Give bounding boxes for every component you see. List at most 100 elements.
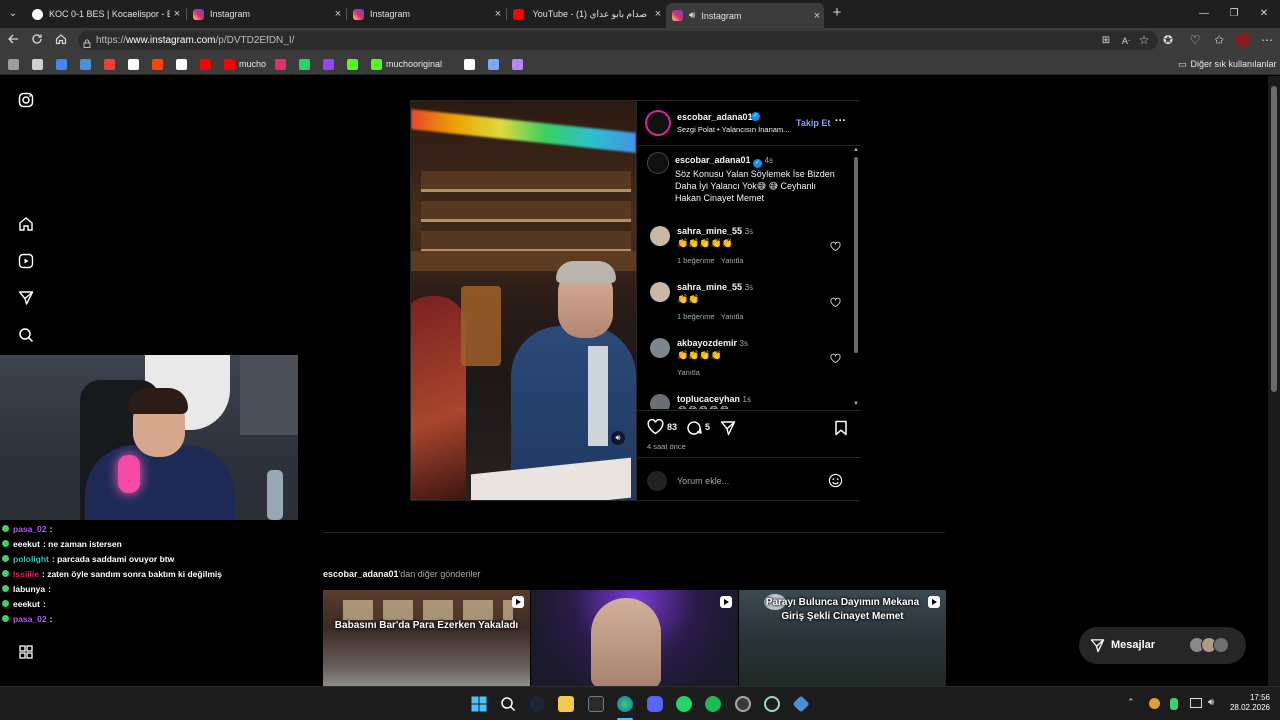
bookmark-item[interactable] [176, 58, 191, 70]
new-tab-button[interactable]: + [829, 5, 845, 20]
bookmark-item[interactable] [487, 58, 503, 70]
edge-browser-icon[interactable] [617, 696, 633, 712]
tab-instagram-active[interactable]: 🔊︎ Instagram × [666, 3, 824, 28]
microphone-tray-icon[interactable] [1170, 698, 1178, 710]
whatsapp-icon[interactable] [676, 696, 692, 712]
obs-icon[interactable] [764, 696, 780, 712]
caption-username[interactable]: escobar_adana01 [675, 155, 751, 165]
other-bookmarks[interactable]: ▭ Diğer sık kullanılanlar [1178, 58, 1277, 70]
tab-close-icon[interactable]: × [170, 8, 184, 20]
bookmark-item[interactable] [299, 58, 314, 70]
discord-icon[interactable] [647, 696, 663, 712]
commenter-avatar[interactable] [650, 282, 670, 302]
scroll-down-icon[interactable]: ▼ [853, 401, 859, 407]
scroll-up-icon[interactable]: ▲ [853, 147, 859, 153]
speaker-icon[interactable]: 🔊︎ [689, 10, 695, 21]
file-explorer-icon[interactable] [558, 696, 574, 712]
reels-nav-icon[interactable] [18, 253, 36, 271]
back-icon[interactable] [5, 33, 21, 48]
bookmark-item[interactable] [152, 58, 167, 70]
more-posts-username[interactable]: escobar_adana01 [323, 569, 399, 579]
bookmark-item[interactable] [104, 58, 119, 70]
like-comment-icon[interactable] [830, 239, 841, 252]
spotify-icon[interactable] [705, 696, 721, 712]
comment-count[interactable]: 5 [705, 422, 710, 432]
minimize-button[interactable]: — [1196, 7, 1212, 21]
share-icon[interactable] [720, 420, 736, 436]
like-comment-icon[interactable] [830, 295, 841, 308]
follow-button[interactable]: Takip Et [796, 118, 830, 128]
author-username[interactable]: escobar_adana01 [677, 112, 753, 122]
tray-app-icon[interactable] [1149, 698, 1160, 709]
more-post-thumbnail[interactable] [531, 590, 738, 686]
tab-close-icon[interactable]: × [491, 8, 505, 20]
system-clock[interactable]: 17:56 28.02.2026 [1226, 693, 1270, 713]
steam-icon[interactable] [529, 696, 545, 712]
comment-likes[interactable]: 1 beğenme [677, 312, 715, 321]
extensions-icon[interactable]: ✪ [1160, 33, 1176, 47]
start-menu-icon[interactable] [471, 696, 487, 712]
more-post-thumbnail[interactable]: Babasını Bar'da Para Ezerken Yakaladı [323, 590, 530, 686]
tab-close-icon[interactable]: × [651, 8, 665, 20]
author-avatar[interactable] [645, 110, 671, 136]
tab-youtube[interactable]: YouTube - صدام بابو عداي (1) × [507, 3, 665, 25]
bookmark-item[interactable] [128, 58, 143, 70]
bookmark-item[interactable] [275, 58, 290, 70]
tray-overflow-icon[interactable]: ⌃ [1127, 697, 1135, 708]
commenter-avatar[interactable] [650, 226, 670, 246]
bookmark-item[interactable]: mucho [224, 58, 266, 70]
mute-toggle-icon[interactable]: 🔊︎ [611, 431, 625, 445]
more-apps-icon[interactable] [18, 644, 36, 662]
comments-scroll-thumb[interactable] [854, 157, 858, 353]
messages-button[interactable]: Mesajlar [1079, 627, 1246, 664]
app-available-icon[interactable]: ⊞ [1098, 34, 1114, 48]
emoji-picker-icon[interactable] [828, 473, 844, 489]
close-window-button[interactable]: ✕ [1256, 7, 1272, 21]
tab-instagram-2[interactable]: Instagram × [347, 3, 505, 25]
browser-essentials-icon[interactable]: ♡ [1187, 33, 1203, 47]
caption-avatar[interactable] [647, 152, 669, 174]
comment-username[interactable]: sahra_mine_55 [677, 282, 742, 292]
tab-close-icon[interactable]: × [331, 8, 345, 20]
like-icon[interactable] [647, 418, 665, 437]
favorites-icon[interactable]: ✩ [1211, 33, 1227, 47]
bookmark-item[interactable] [56, 58, 71, 70]
comment-input[interactable]: Yorum ekle... [677, 476, 729, 486]
audio-attribution[interactable]: Sezgi Polat • Yalancısın İnanam... [677, 125, 793, 134]
more-post-thumbnail[interactable]: Parayı Bulunca Dayımın Mekana Giriş Şekl… [739, 590, 946, 686]
commenter-avatar[interactable] [650, 394, 670, 409]
bookmark-item[interactable] [347, 58, 362, 70]
read-aloud-icon[interactable]: Aᐧ [1118, 34, 1134, 48]
game-launcher-icon[interactable] [735, 696, 751, 712]
reply-button[interactable]: Yanıtla [721, 256, 744, 265]
maximize-button[interactable]: ❐ [1226, 7, 1242, 21]
search-nav-icon[interactable] [18, 327, 36, 345]
bookmark-item[interactable] [463, 58, 479, 70]
reply-button[interactable]: Yanıtla [721, 312, 744, 321]
settings-menu-icon[interactable]: ⋯ [1259, 33, 1275, 47]
app-icon[interactable] [792, 695, 810, 713]
tab-instagram-1[interactable]: Instagram × [187, 3, 345, 25]
like-comment-icon[interactable] [830, 407, 841, 409]
like-count[interactable]: 83 [667, 422, 677, 432]
display-tray-icon[interactable] [1190, 698, 1202, 708]
comment-username[interactable]: sahra_mine_55 [677, 226, 742, 236]
tab-actions-icon[interactable]: ⌄ [5, 7, 21, 21]
bookmark-item[interactable] [8, 58, 23, 70]
tab-close-icon[interactable]: × [810, 10, 824, 22]
bookmark-item[interactable]: muchooriginal [371, 58, 442, 70]
post-video[interactable]: 🔊︎ [411, 101, 636, 500]
page-scroll-thumb[interactable] [1271, 86, 1277, 392]
bookmark-item[interactable] [32, 58, 47, 70]
more-options-icon[interactable]: ··· [835, 115, 846, 127]
comment-username[interactable]: toplucaceyhan [677, 394, 740, 404]
home-nav-icon[interactable] [18, 216, 36, 234]
tab-kocaelispor[interactable]: KOC 0-1 BES | Kocaelispor - Beşiktaş × [26, 3, 184, 25]
bookmark-item[interactable] [80, 58, 95, 70]
comments-scrollbar[interactable]: ▲ ▼ [853, 147, 859, 409]
commenter-avatar[interactable] [650, 338, 670, 358]
search-icon[interactable] [500, 696, 516, 712]
bookmark-item[interactable] [323, 58, 338, 70]
address-bar[interactable]: https://www.instagram.com/p/DVTD2EfDN_I/ [78, 31, 1158, 50]
profile-avatar[interactable] [1236, 33, 1250, 47]
